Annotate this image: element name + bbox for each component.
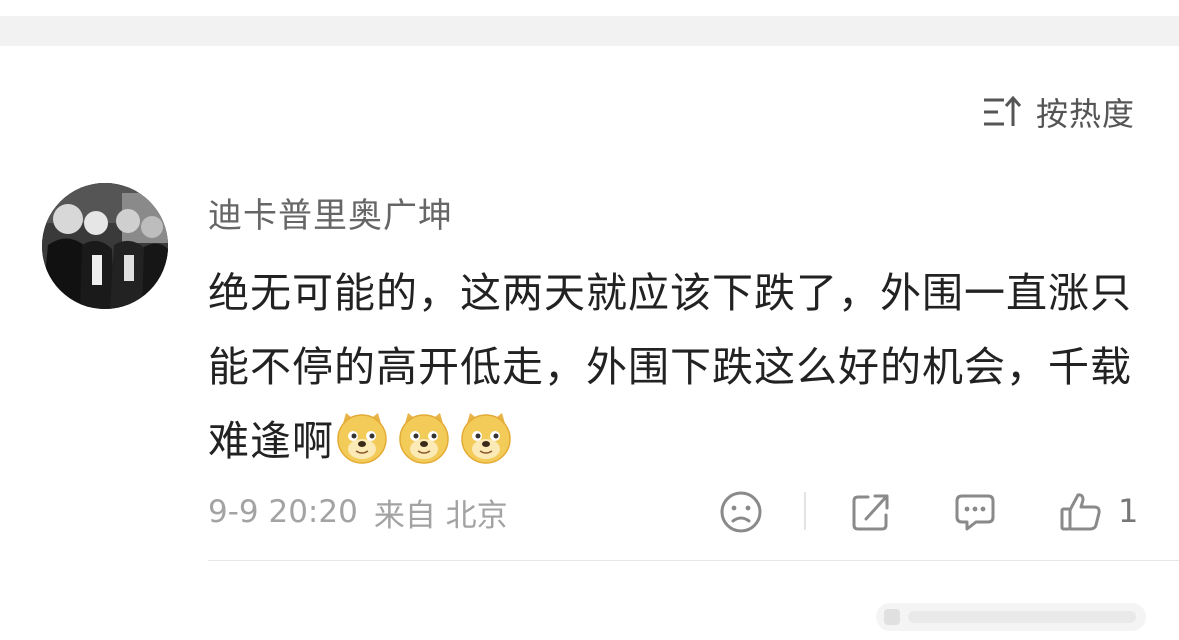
doge-emoji-icon (461, 413, 511, 464)
top-separator-band (0, 16, 1179, 46)
avatar[interactable] (42, 183, 168, 309)
thumbs-up-icon[interactable] (1058, 489, 1104, 535)
doge-emoji-icon (399, 413, 449, 464)
sad-face-icon[interactable] (718, 489, 764, 535)
sort-by-hot-button[interactable]: 按热度 (982, 90, 1135, 134)
share-icon[interactable] (848, 489, 894, 535)
comment-divider (208, 560, 1179, 561)
sort-arrows-icon (983, 95, 1022, 126)
comment-body: 绝无可能的，这两天就应该下跌了，外围一直涨只能不停的高开低走，外围下跌这么好的机… (208, 256, 1138, 478)
comment-meta: 9-9 20:20 来自 北京 (208, 488, 508, 536)
avatar-photo (42, 183, 168, 309)
comment-username[interactable]: 迪卡普里奥广坤 (208, 188, 453, 237)
doge-emoji-icon (337, 413, 387, 464)
comment-bubble-icon[interactable] (952, 489, 998, 535)
action-divider (804, 492, 806, 530)
comment-location: 来自 北京 (373, 497, 508, 534)
comment-date: 9-9 20:20 (208, 494, 358, 530)
sort-label: 按热度 (1035, 95, 1135, 133)
watermark-logo (876, 603, 1146, 631)
like-count: 1 (1118, 492, 1139, 530)
